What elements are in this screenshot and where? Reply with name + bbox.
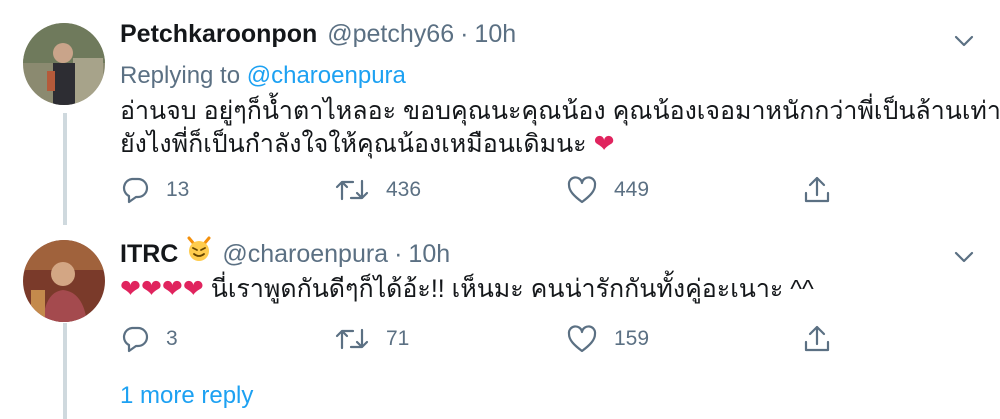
share-button[interactable] (803, 319, 831, 359)
retweet-count: 71 (386, 327, 410, 350)
separator-dot: · (460, 20, 469, 48)
tweet-text: นี่เราพูดกันดีๆก็ได้อ้ะ!! เห็นมะ คนน่ารั… (210, 275, 814, 303)
like-count: 449 (614, 178, 650, 201)
retweet-icon (335, 328, 369, 350)
like-count: 159 (614, 327, 650, 350)
user-handle[interactable]: @charoenpura (222, 240, 388, 269)
reply-count: 13 (166, 178, 190, 201)
heart-emoji: ❤ (593, 130, 615, 158)
hearts-emoji: ❤❤❤❤ (120, 275, 204, 303)
share-button[interactable] (803, 170, 831, 210)
thread-line (63, 323, 67, 419)
more-replies-link[interactable]: 1 more reply (120, 382, 253, 410)
avatar[interactable] (23, 240, 105, 322)
share-icon (804, 325, 830, 352)
more-chevron-icon[interactable] (953, 250, 975, 264)
timestamp[interactable]: 10h (408, 240, 450, 269)
timestamp[interactable]: 10h (474, 20, 516, 49)
display-name[interactable]: ITRC (120, 240, 178, 269)
smiling-devil-emoji-icon (187, 236, 211, 261)
avatar[interactable] (23, 23, 105, 105)
display-name[interactable]: Petchkaroonpon (120, 20, 317, 49)
share-icon (804, 176, 830, 203)
like-icon (567, 325, 597, 353)
replying-to-label: Replying to (120, 62, 247, 89)
retweet-icon (335, 179, 369, 201)
separator-dot: · (394, 240, 403, 268)
retweet-count: 436 (386, 178, 422, 201)
reply-icon (122, 326, 149, 353)
tweet-text-line: ยังไงพี่ก็เป็นกำลังใจให้คุณน้องเหมือนเดิ… (120, 127, 615, 161)
tweet-text-line: ❤❤❤❤ นี่เราพูดกันดีๆก็ได้อ้ะ!! เห็นมะ คน… (120, 272, 814, 306)
replying-to: Replying to @charoenpura (120, 62, 406, 90)
thread-line (63, 113, 67, 225)
tweet-text-line: อ่านจบ อยู่ๆก็น้ำตาไหลอะ ขอบคุณนะคุณน้อง… (120, 97, 1000, 125)
tweet-text: ยังไงพี่ก็เป็นกำลังใจให้คุณน้องเหมือนเดิ… (120, 130, 587, 158)
reply-button[interactable]: 3 (120, 319, 178, 359)
like-icon (567, 176, 597, 204)
more-chevron-icon[interactable] (953, 34, 975, 48)
like-button[interactable]: 449 (566, 170, 649, 210)
user-handle[interactable]: @petchy66 (327, 20, 454, 49)
like-button[interactable]: 159 (566, 319, 649, 359)
reply-icon (122, 177, 149, 204)
mention-link[interactable]: @charoenpura (247, 62, 406, 89)
reply-count: 3 (166, 327, 178, 350)
retweet-button[interactable]: 71 (334, 319, 409, 359)
retweet-button[interactable]: 436 (334, 170, 421, 210)
reply-button[interactable]: 13 (120, 170, 189, 210)
